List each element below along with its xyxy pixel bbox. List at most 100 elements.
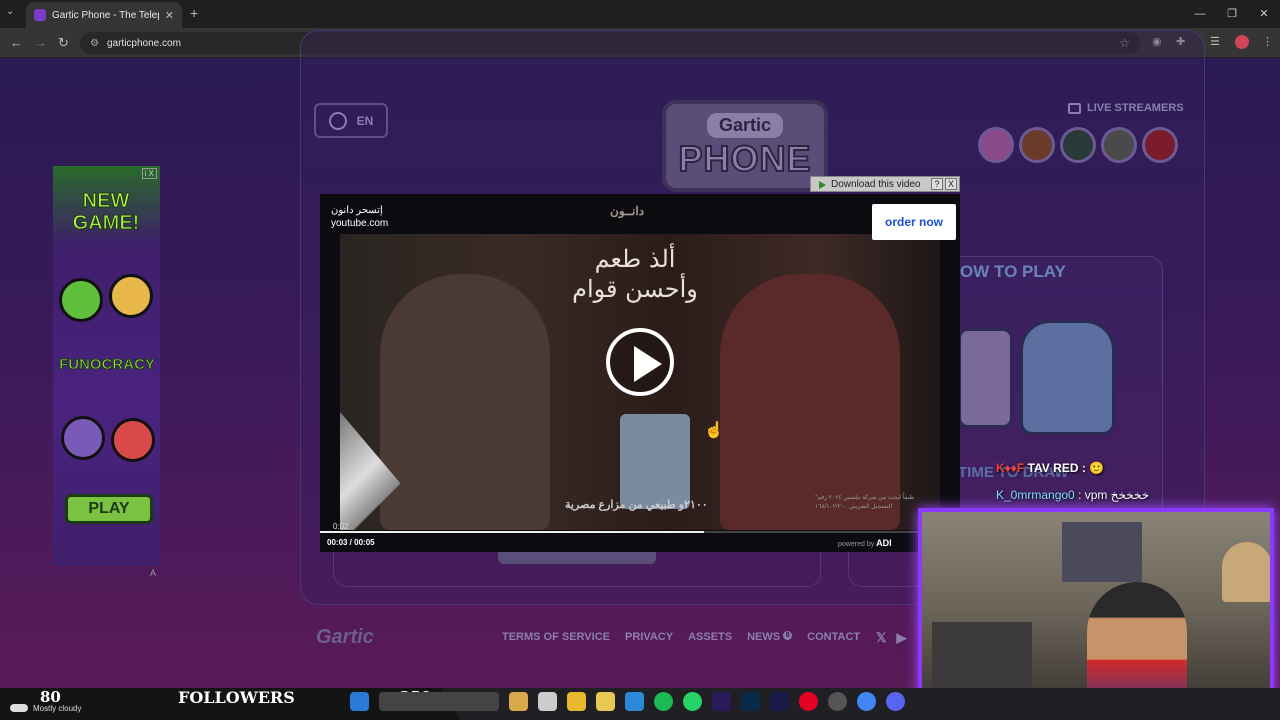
video-fine-print: *طبقاً لبحث من شركة نيلسين ٢٠٢٤ رقم التس… bbox=[815, 495, 915, 510]
advertiser-name: إتسحر دانون bbox=[331, 205, 383, 216]
left-banner-ad[interactable]: i X NEW GAME! FUNOCRACY PLAY bbox=[53, 166, 160, 566]
pinterest-icon[interactable] bbox=[799, 692, 818, 711]
webcam-shelf bbox=[1062, 522, 1142, 582]
order-now-button[interactable]: order now bbox=[872, 204, 956, 240]
window-controls: — ❐ ✕ bbox=[1184, 0, 1280, 28]
play-button[interactable] bbox=[606, 328, 674, 396]
bearded-character-icon bbox=[61, 416, 105, 460]
browser-menu-icon[interactable]: ⋮ bbox=[1262, 35, 1273, 48]
yogurt-cup bbox=[620, 414, 690, 509]
footer-link-terms[interactable]: TERMS OF SERVICE bbox=[502, 631, 610, 643]
youtube-icon[interactable]: ▶ bbox=[896, 630, 906, 646]
site-info-icon[interactable]: ⚙ bbox=[90, 38, 99, 49]
how-to-play-title: OW TO PLAY bbox=[960, 262, 1066, 281]
x-twitter-icon[interactable]: 𝕏 bbox=[876, 630, 886, 646]
maximize-icon[interactable]: ❐ bbox=[1216, 0, 1248, 28]
after-effects-icon[interactable] bbox=[770, 692, 789, 711]
tab-strip: ⌄ Gartic Phone - The Telepho ✕ + — ❐ ✕ bbox=[0, 0, 1280, 28]
reload-icon[interactable]: ↻ bbox=[58, 35, 69, 51]
store-icon[interactable] bbox=[596, 692, 615, 711]
powered-by-label: powered by bbox=[838, 541, 875, 548]
how-to-play-illustration bbox=[1020, 320, 1115, 435]
webcam-overlay bbox=[918, 508, 1274, 712]
reading-list-icon[interactable]: ☰ bbox=[1210, 35, 1220, 48]
footer-link-privacy[interactable]: PRIVACY bbox=[625, 631, 673, 643]
footer-link-contact[interactable]: CONTACT bbox=[807, 631, 860, 643]
gartic-favicon-icon bbox=[34, 9, 46, 21]
new-tab-button[interactable]: + bbox=[190, 5, 198, 21]
weather-cloud-icon bbox=[10, 704, 28, 712]
streamer-avatar[interactable] bbox=[978, 127, 1014, 163]
webcam-lamp bbox=[1222, 542, 1270, 602]
forward-icon[interactable]: → bbox=[34, 35, 47, 50]
play-icon bbox=[634, 346, 662, 382]
streamer-avatars bbox=[978, 127, 1178, 163]
taskbar-search-field[interactable] bbox=[379, 692, 499, 711]
how-to-play-illustration-left bbox=[958, 328, 1013, 428]
chat-text: : vpm خخخخخ bbox=[1078, 488, 1150, 502]
close-window-icon[interactable]: ✕ bbox=[1248, 0, 1280, 28]
discord-icon[interactable] bbox=[886, 692, 905, 711]
start-button[interactable] bbox=[498, 552, 656, 564]
elapsed-marker: 0:02 bbox=[333, 522, 349, 531]
streamer-avatar[interactable] bbox=[1101, 127, 1137, 163]
tv-icon bbox=[1068, 102, 1081, 114]
photoshop-icon[interactable] bbox=[741, 692, 760, 711]
ad-headline: NEW GAME! bbox=[72, 190, 140, 235]
task-view-icon[interactable] bbox=[538, 692, 557, 711]
video-progress-bar[interactable] bbox=[320, 531, 960, 533]
streamer-avatar[interactable] bbox=[1019, 127, 1055, 163]
chat-text: TAV RED : 🙂 bbox=[1027, 461, 1105, 475]
language-label: EN bbox=[356, 113, 374, 128]
help-icon[interactable]: ? bbox=[931, 178, 943, 190]
streamer-avatar[interactable] bbox=[1060, 127, 1096, 163]
ad-close-icon[interactable]: i X bbox=[141, 168, 157, 179]
obs-icon[interactable] bbox=[828, 692, 847, 711]
thumbs-up-character-icon bbox=[59, 278, 103, 322]
mouse-cursor-icon: ☝ bbox=[704, 422, 724, 439]
tab-search-icon[interactable]: ⌄ bbox=[6, 6, 14, 17]
footer-gartic-logo[interactable]: Gartic bbox=[316, 626, 374, 649]
download-close-icon[interactable]: X bbox=[945, 178, 957, 190]
footer-link-news[interactable]: NEWS 8 bbox=[747, 631, 793, 643]
download-video-button[interactable]: Download this video bbox=[811, 179, 931, 190]
tab-close-icon[interactable]: ✕ bbox=[165, 9, 174, 22]
back-icon[interactable]: ← bbox=[10, 35, 23, 50]
video-tagline: ٢١٠٠و طبيعي من مزارع مصرية bbox=[565, 499, 708, 511]
file-explorer-icon[interactable] bbox=[567, 692, 586, 711]
ad-play-button[interactable]: PLAY bbox=[65, 494, 153, 524]
chat-user: K♦♦F bbox=[996, 461, 1025, 475]
video-time: 00:03 / 00:05 bbox=[327, 538, 375, 547]
chat-user: K_0mrmango0 bbox=[996, 488, 1075, 502]
chat-message: K_0mrmango0 : vpm خخخخخ bbox=[996, 488, 1149, 502]
video-brand-text: دانــون bbox=[610, 204, 645, 218]
minimize-icon[interactable]: — bbox=[1184, 0, 1216, 28]
chat-message: K♦♦F TAV RED : 🙂 bbox=[996, 461, 1104, 475]
live-streamers-label: LIVE STREAMERS bbox=[1087, 102, 1184, 114]
ad-domain: youtube.com bbox=[331, 218, 389, 229]
video-ad-player[interactable]: دانــون ألذ طعم وأحسن قوام إتسحر دانون y… bbox=[320, 194, 960, 552]
news-badge: 8 bbox=[783, 631, 793, 640]
chrome-icon[interactable] bbox=[857, 692, 876, 711]
premiere-icon[interactable] bbox=[712, 692, 731, 711]
windows-start-icon[interactable] bbox=[350, 692, 369, 711]
tab-title: Gartic Phone - The Telepho bbox=[52, 9, 159, 21]
whatsapp-icon[interactable] bbox=[683, 692, 702, 711]
footer-link-assets[interactable]: ASSETS bbox=[688, 631, 732, 643]
powered-by: powered by ADI bbox=[838, 538, 892, 548]
language-selector[interactable]: EN bbox=[314, 103, 388, 138]
ad-vendor-logo: ADI bbox=[876, 538, 892, 548]
live-streamers-header[interactable]: LIVE STREAMERS bbox=[1068, 102, 1184, 114]
download-video-bar: Download this video ? X bbox=[810, 176, 960, 192]
video-progress-fill bbox=[320, 531, 704, 533]
ad-source[interactable]: إتسحر دانون youtube.com bbox=[331, 204, 388, 230]
profile-avatar-icon[interactable] bbox=[1235, 35, 1249, 49]
globe-icon bbox=[328, 111, 347, 130]
edge-icon[interactable] bbox=[625, 692, 644, 711]
app-icon[interactable] bbox=[509, 692, 528, 711]
blonde-character-icon bbox=[109, 274, 153, 318]
streamer-avatar[interactable] bbox=[1142, 127, 1178, 163]
logo-main-text: PHONE bbox=[677, 137, 812, 180]
browser-tab[interactable]: Gartic Phone - The Telepho ✕ bbox=[26, 2, 182, 28]
spotify-icon[interactable] bbox=[654, 692, 673, 711]
